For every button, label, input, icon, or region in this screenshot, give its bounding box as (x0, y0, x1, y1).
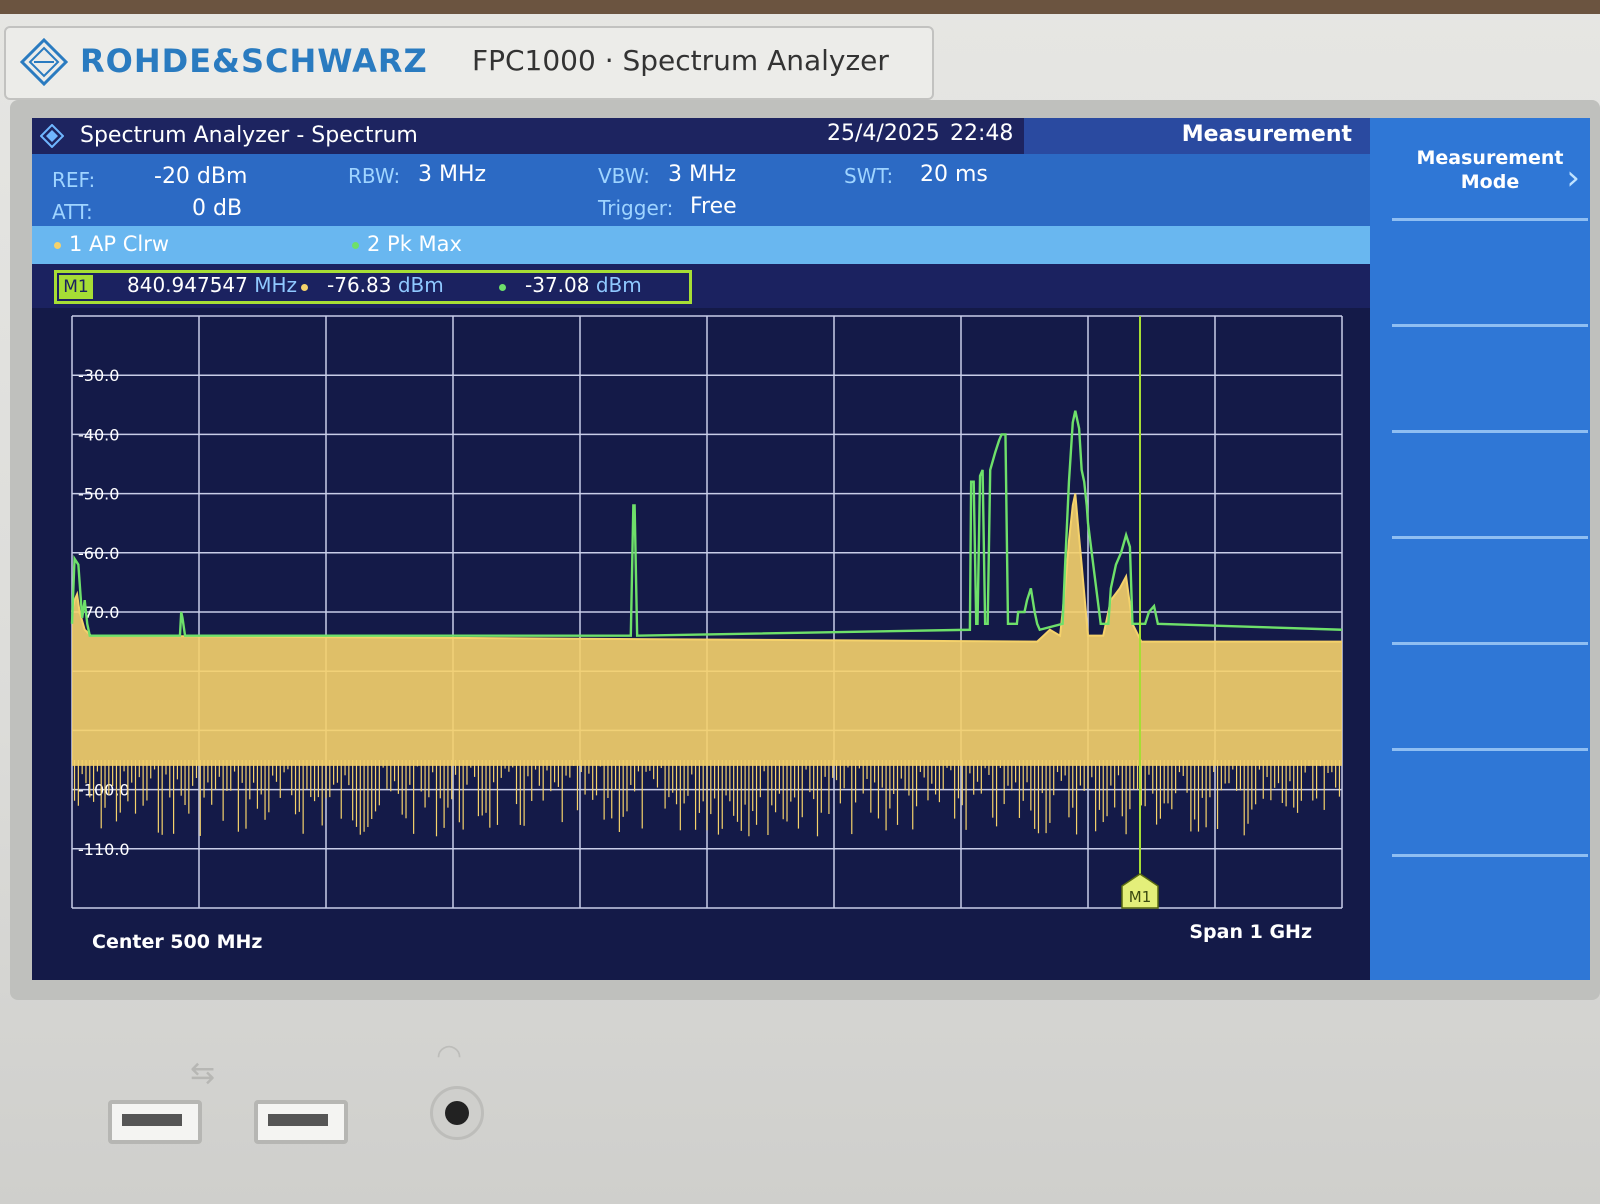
rbw-label: RBW: (348, 164, 401, 188)
x-label-span: Span 1 GHz (1189, 921, 1312, 943)
softkey-divider (1392, 430, 1588, 433)
settings-panel-right (1024, 154, 1370, 226)
ref-label: REF: (52, 168, 96, 192)
marker-trace1-number: -76.83 (327, 273, 392, 297)
trace-bar[interactable]: 1 AP Clrw 2 Pk Max (32, 226, 1370, 264)
softkey-divider (1392, 748, 1588, 751)
marker-trace2-value: -37.08 dBm (525, 273, 642, 297)
trace-2-label[interactable]: 2 Pk Max (352, 232, 462, 256)
softkey-divider (1392, 324, 1588, 327)
vbw-value[interactable]: 3 MHz (668, 162, 736, 187)
date-display: 25/4/2025 (827, 121, 940, 146)
trigger-label: Trigger: (598, 196, 674, 220)
usb-port-1[interactable] (108, 1100, 202, 1144)
marker-frequency-value: 840.947547 (127, 273, 248, 297)
title-bar: Spectrum Analyzer - Spectrum 25/4/2025 2… (32, 118, 1024, 154)
y-tick-label: -100.0 (78, 781, 130, 800)
marker-readout[interactable]: M1 840.947547 MHz -76.83 dBm -37.08 dBm (54, 270, 692, 304)
settings-panel[interactable]: REF: -20 dBm ATT: 0 dB RBW: 3 MHz VBW: 3… (32, 154, 1024, 226)
marker-trace1-unit: dBm (397, 273, 444, 297)
trace-1-text: 1 AP Clrw (69, 232, 170, 256)
app-logo-icon (40, 124, 64, 148)
marker-frequency-unit: MHz (254, 273, 298, 297)
att-value[interactable]: 0 dB (192, 196, 242, 221)
x-label-center: Center 500 MHz (92, 931, 262, 953)
softkey-panel: Measurement Mode › (1370, 118, 1590, 980)
chevron-right-icon: › (1566, 158, 1580, 198)
rs-logo-icon (20, 38, 68, 86)
marker-trace2-dot-icon (499, 284, 506, 291)
marker-m1-label: M1 (1129, 888, 1152, 906)
y-tick-label: -50.0 (78, 485, 119, 504)
marker-readout-bar: M1 840.947547 MHz -76.83 dBm -37.08 dBm (32, 264, 1370, 308)
marker-trace1-value: -76.83 dBm (327, 273, 444, 297)
measurement-menu-label: Measurement (1181, 122, 1352, 147)
marker-trace2-number: -37.08 (525, 273, 590, 297)
rbw-value[interactable]: 3 MHz (418, 162, 486, 187)
y-tick-label: -110.0 (78, 840, 130, 859)
analyzer-screen: Spectrum Analyzer - Spectrum 25/4/2025 2… (32, 118, 1590, 980)
model-name: FPC1000 · Spectrum Analyzer (472, 44, 889, 77)
trace-1-label[interactable]: 1 AP Clrw (54, 232, 169, 256)
usb-port-2[interactable] (254, 1100, 348, 1144)
trace-2-text: 2 Pk Max (367, 232, 462, 256)
headphones-icon: ◠ (436, 1038, 463, 1073)
measurement-mode-softkey[interactable]: Measurement Mode (1400, 146, 1580, 194)
spectrum-plot-area[interactable]: -30.0 -40.0 -50.0 -60.0 -70.0 -100.0 -110.0 M1 C… (32, 308, 1370, 980)
ref-value[interactable]: -20 dBm (154, 164, 247, 189)
headphone-jack[interactable] (430, 1086, 484, 1140)
trace-1-dot-icon (54, 241, 61, 249)
usb-icon: ⇆ (190, 1056, 216, 1091)
brand-bar: ROHDE&SCHWARZ FPC1000 · Spectrum Analyze… (4, 26, 934, 100)
softkey-divider (1392, 642, 1588, 645)
marker-trace1-dot-icon (301, 284, 308, 291)
softkey-divider (1392, 854, 1588, 857)
marker-trace2-unit: dBm (595, 273, 642, 297)
measurement-menu-header[interactable]: Measurement (1024, 118, 1370, 154)
y-tick-label: -60.0 (78, 544, 119, 563)
app-title: Spectrum Analyzer - Spectrum (80, 123, 418, 148)
att-label: ATT: (52, 200, 93, 224)
trace-2-dot-icon (352, 241, 359, 249)
swt-value[interactable]: 20 ms (920, 162, 988, 187)
trigger-value[interactable]: Free (690, 194, 737, 219)
background-strip (0, 0, 1600, 14)
time-display: 22:48 (950, 121, 1014, 146)
softkey-divider (1392, 536, 1588, 539)
swt-label: SWT: (844, 164, 894, 188)
marker-frequency: 840.947547 MHz (127, 273, 297, 297)
brand-name: ROHDE&SCHWARZ (80, 42, 428, 80)
marker-tag: M1 (59, 275, 93, 299)
spectrum-chart[interactable]: -30.0-40.0-50.0-60.0-70.0-100.0-110.0M1C… (32, 308, 1370, 980)
vbw-label: VBW: (598, 164, 651, 188)
measurement-mode-label: Measurement Mode (1416, 147, 1564, 193)
softkey-divider (1392, 218, 1588, 221)
y-tick-label: -30.0 (78, 366, 119, 385)
y-tick-label: -40.0 (78, 425, 119, 444)
